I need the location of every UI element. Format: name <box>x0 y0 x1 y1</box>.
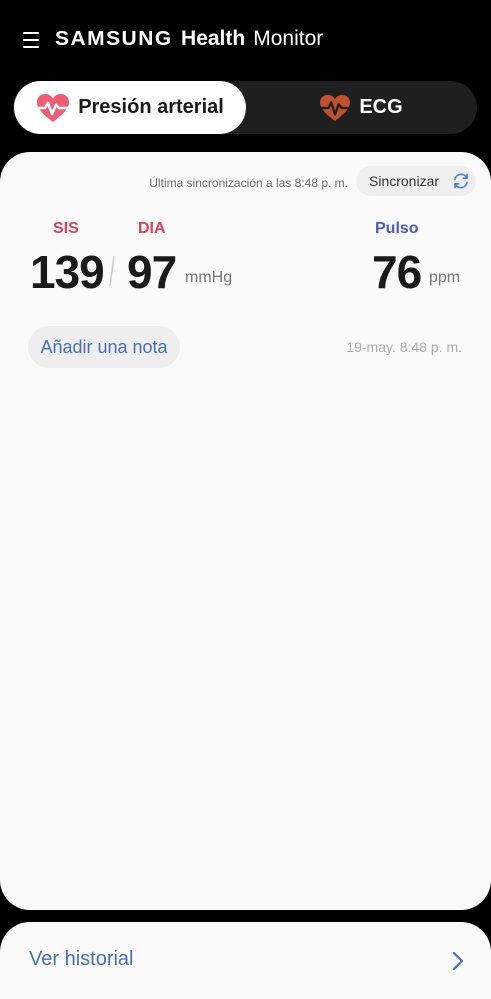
hamburger-menu-icon[interactable] <box>23 31 39 49</box>
app-title: SAMSUNG Health Monitor <box>55 27 323 55</box>
tab-ecg-label: ECG <box>359 96 403 118</box>
pulse-value: 76 <box>372 246 422 298</box>
chevron-right-icon <box>452 951 464 976</box>
title-monitor: Monitor <box>253 27 324 50</box>
tab-blood-pressure[interactable]: Presión arterial <box>14 81 246 134</box>
diastolic-value: 97 <box>127 246 177 298</box>
systolic-label: SIS <box>53 220 79 237</box>
title-health: Health <box>181 27 246 50</box>
view-history-label: Ver historial <box>29 948 134 970</box>
sync-button-label: Sincronizar <box>369 173 440 189</box>
sync-icon <box>452 172 470 195</box>
systolic-value: 139 <box>30 246 105 298</box>
heart-ecg-icon <box>319 94 352 122</box>
reading-card: Última sincronización a las 8:48 p. m. S… <box>0 152 491 910</box>
diastolic-label: DIA <box>138 220 166 237</box>
pulse-unit: ppm <box>429 269 461 286</box>
pressure-unit: mmHg <box>185 269 233 286</box>
brand-name: SAMSUNG <box>55 28 173 50</box>
reading-timestamp: 19-may. 8:48 p. m. <box>346 339 462 355</box>
app-header: SAMSUNG Health Monitor <box>0 0 491 80</box>
tab-blood-pressure-label: Presión arterial <box>78 96 224 118</box>
view-history-button[interactable]: Ver historial <box>0 922 491 999</box>
pulse-label: Pulso <box>375 220 419 237</box>
tab-ecg[interactable]: ECG <box>245 81 477 134</box>
add-note-button[interactable]: Añadir una nota <box>28 326 180 368</box>
sync-button[interactable]: Sincronizar <box>356 166 476 196</box>
value-divider <box>109 255 115 287</box>
last-sync-text: Última sincronización a las 8:48 p. m. <box>149 176 348 190</box>
heart-pulse-icon <box>36 93 71 123</box>
measurement-tabs: Presión arterial ECG <box>13 81 477 134</box>
